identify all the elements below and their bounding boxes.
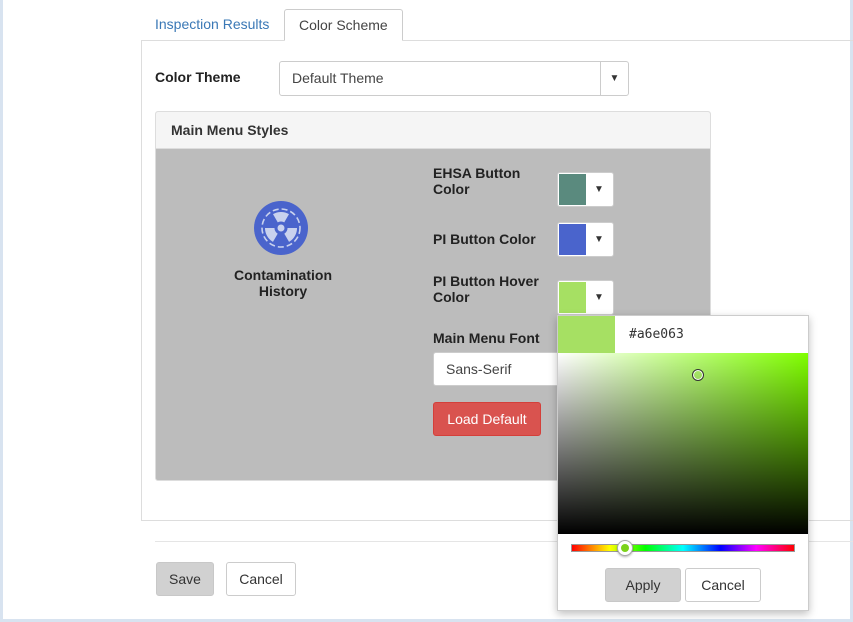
hue-slider[interactable]	[571, 540, 795, 556]
pi-color-swatch	[559, 224, 586, 255]
chevron-down-icon: ▼	[594, 234, 604, 245]
pi-color-picker-button[interactable]: ▼	[557, 222, 614, 257]
main-menu-font-value: Sans-Serif	[446, 361, 512, 377]
color-theme-select[interactable]: Default Theme ▼	[279, 61, 629, 96]
pi-hover-color-label: PI Button Hover Color	[433, 273, 539, 305]
pi-hover-color-picker-button[interactable]: ▼	[557, 280, 614, 315]
panel-title: Main Menu Styles	[156, 112, 710, 149]
pi-hover-color-swatch	[559, 282, 586, 313]
chevron-down-icon: ▼	[594, 184, 604, 195]
tab-color-scheme[interactable]: Color Scheme	[284, 9, 403, 41]
color-picker-popover: Apply Cancel	[557, 315, 809, 611]
hue-slider-handle[interactable]	[617, 540, 634, 556]
main-menu-font-select[interactable]: Sans-Serif	[433, 352, 573, 386]
picker-cancel-button[interactable]: Cancel	[685, 568, 761, 602]
color-preview-swatch	[558, 316, 615, 353]
radiation-icon	[254, 201, 308, 255]
apply-button[interactable]: Apply	[605, 568, 681, 602]
chevron-down-icon: ▼	[600, 62, 628, 95]
tab-inspection-results[interactable]: Inspection Results	[141, 9, 283, 41]
ehsa-color-swatch	[559, 174, 586, 205]
chevron-down-icon: ▼	[594, 292, 604, 303]
load-default-button[interactable]: Load Default	[433, 402, 541, 436]
ehsa-button-color-label: EHSA Button Color	[433, 165, 521, 197]
tab-bar: Inspection Results Color Scheme	[141, 9, 853, 41]
save-button[interactable]: Save	[156, 562, 214, 596]
preview-menu-label: Contamination History	[234, 267, 332, 299]
color-theme-label: Color Theme	[155, 69, 241, 85]
saturation-brightness-area[interactable]	[558, 353, 808, 534]
cancel-button[interactable]: Cancel	[226, 562, 296, 596]
ehsa-color-picker-button[interactable]: ▼	[557, 172, 614, 207]
hex-color-input[interactable]	[615, 316, 808, 353]
main-menu-font-label: Main Menu Font	[433, 330, 540, 346]
color-theme-value: Default Theme	[292, 70, 384, 86]
pi-button-color-label: PI Button Color	[433, 231, 536, 247]
saturation-brightness-handle[interactable]	[692, 368, 704, 381]
